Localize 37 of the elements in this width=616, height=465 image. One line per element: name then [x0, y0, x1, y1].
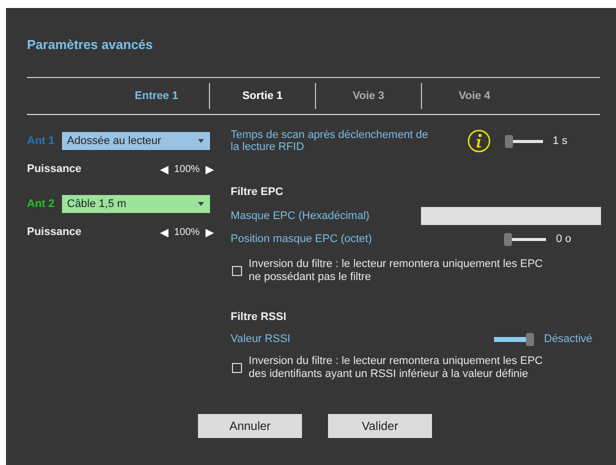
slider-thumb[interactable]: [504, 135, 513, 148]
antenna-label: Ant 2: [27, 198, 56, 210]
tab[interactable]: Sortie 1: [210, 83, 315, 109]
caret-icon: [198, 202, 204, 206]
checkbox[interactable]: [232, 363, 242, 373]
caret-icon: [198, 139, 204, 143]
power-label: Puissance: [27, 163, 82, 175]
increase-button[interactable]: ▶: [204, 226, 216, 238]
dialog-title: Paramètres avancés: [27, 37, 154, 52]
checkbox[interactable]: [232, 266, 242, 276]
slider-thumb[interactable]: [526, 333, 534, 346]
dropdown[interactable]: Câble 1,5 m: [62, 195, 210, 213]
increase-button[interactable]: ▶: [204, 162, 216, 176]
mask-label: Masque EPC (Hexadécimal): [230, 210, 370, 222]
checkbox-label: Inversion du filtre : le lecteur remontera uniquement les EPC ne possédant pas le filtre: [248, 258, 544, 284]
section-heading: Filtre EPC: [230, 186, 284, 199]
power-value: 100%: [174, 164, 200, 174]
power-label: Puissance: [27, 226, 82, 238]
decrease-button[interactable]: ◀: [158, 226, 170, 238]
cancel-button[interactable]: Annuler: [198, 414, 302, 438]
confirm-button[interactable]: Valider: [328, 414, 432, 438]
section-heading: Filtre RSSI: [230, 311, 288, 324]
decrease-button[interactable]: ◀: [158, 162, 170, 176]
mask-input-field[interactable]: [421, 207, 601, 225]
info-icon[interactable]: [466, 129, 491, 153]
slider-thumb[interactable]: [504, 233, 512, 246]
dropdown[interactable]: Adossée au lecteur: [62, 132, 210, 150]
scan-time-label: Temps de scan après déclenchement de la lecture RFID: [230, 129, 430, 153]
antenna-label: Ant 1: [27, 135, 56, 147]
rssi-label: Valeur RSSI: [230, 333, 292, 345]
position-label: Position masque EPC (octet): [230, 233, 373, 245]
tab[interactable]: Entree 1: [104, 83, 209, 109]
slider-value: 1 s: [552, 135, 568, 147]
power-value: 100%: [174, 226, 200, 238]
checkbox-label: Inversion du filtre : le lecteur remontera uniquement les EPC des identifiants ayant un RSSI inférieur à la valeur définie: [248, 355, 544, 381]
slider-value: Désactivé: [544, 333, 594, 345]
slider-value: 0 o: [556, 233, 572, 245]
